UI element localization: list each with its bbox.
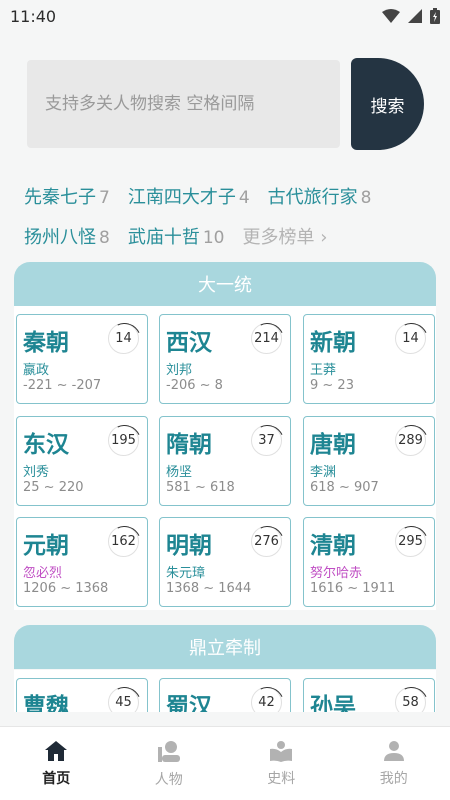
section-three-kingdoms-body: 曹魏 45 蜀汉 42 孙吴 58 xyxy=(14,670,436,712)
founder-name: 王莽 xyxy=(310,363,337,378)
home-icon xyxy=(45,740,68,761)
battery-icon xyxy=(430,8,440,24)
wifi-icon xyxy=(382,9,400,23)
dynasty-period: -206 ~ 8 xyxy=(166,378,223,393)
person-count-badge: 195 xyxy=(108,425,139,456)
dynasty-card[interactable]: 元朝 162 忽必烈 1206 ~ 1368 xyxy=(16,517,148,607)
dynasty-name: 唐朝 xyxy=(310,432,356,458)
status-time: 11:40 xyxy=(10,6,57,26)
dynasty-name: 东汉 xyxy=(23,432,69,458)
dynasty-card[interactable]: 隋朝 37 杨坚 581 ~ 618 xyxy=(159,416,291,506)
nav-person-label: 人物 xyxy=(154,771,183,788)
dynasty-name: 元朝 xyxy=(23,533,69,559)
ranking-links: 先秦七子 7 江南四大才子 4 古代旅行家 8 扬州八怪 8 武庙十哲 10 更多榜单 › xyxy=(24,176,434,256)
founder-name: 嬴政 xyxy=(23,363,50,378)
person-icon xyxy=(157,740,180,762)
person-count-badge: 37 xyxy=(251,425,282,456)
dynasty-name: 秦朝 xyxy=(23,330,69,356)
founder-name: 努尔哈赤 xyxy=(310,566,363,581)
dynasty-card[interactable]: 西汉 214 刘邦 -206 ~ 8 xyxy=(159,314,291,404)
dynasty-period: 1616 ~ 1911 xyxy=(310,581,396,596)
dynasty-card[interactable]: 秦朝 14 嬴政 -221 ~ -207 xyxy=(16,314,148,404)
profile-icon xyxy=(383,740,404,761)
ranking-link[interactable]: 先秦七子 7 xyxy=(24,183,110,209)
bottom-nav: 首页 人物 史料 我的 xyxy=(0,726,450,800)
person-count-badge: 295 xyxy=(395,526,426,557)
founder-name: 刘邦 xyxy=(166,363,193,378)
ranking-row: 先秦七子 7 江南四大才子 4 古代旅行家 8 xyxy=(24,176,434,216)
person-count-badge: 45 xyxy=(108,687,139,712)
ranking-link[interactable]: 武庙十哲 10 xyxy=(128,223,225,249)
person-count-badge: 58 xyxy=(395,687,426,712)
nav-profile-label: 我的 xyxy=(379,770,408,787)
founder-name: 李渊 xyxy=(310,465,337,480)
dynasty-name: 明朝 xyxy=(166,533,212,559)
nav-person[interactable]: 人物 xyxy=(113,727,226,800)
section-header-unified: 大一统 xyxy=(14,262,436,306)
ranking-link[interactable]: 江南四大才子 4 xyxy=(128,183,250,209)
status-bar: 11:40 xyxy=(0,0,450,32)
dynasty-name: 蜀汉 xyxy=(166,694,212,712)
section-three-kingdoms: 曹魏 45 蜀汉 42 孙吴 58 xyxy=(0,670,450,712)
dynasty-card[interactable]: 新朝 14 王莽 9 ~ 23 xyxy=(303,314,435,404)
status-icons xyxy=(382,8,440,24)
dynasty-card[interactable]: 曹魏 45 xyxy=(16,678,148,712)
dynasty-period: 1368 ~ 1644 xyxy=(166,581,252,596)
founder-name: 朱元璋 xyxy=(166,566,206,581)
dynasty-card[interactable]: 东汉 195 刘秀 25 ~ 220 xyxy=(16,416,148,506)
search-button[interactable]: 搜索 xyxy=(351,58,424,150)
ranking-link[interactable]: 古代旅行家 8 xyxy=(268,183,372,209)
dynasty-name: 新朝 xyxy=(310,330,356,356)
dynasty-name: 曹魏 xyxy=(23,694,69,712)
nav-history-label: 史料 xyxy=(267,770,296,787)
nav-home[interactable]: 首页 xyxy=(0,727,113,800)
ranking-row: 扬州八怪 8 武庙十哲 10 更多榜单 › xyxy=(24,216,434,256)
dynasty-name: 孙吴 xyxy=(310,694,356,712)
nav-profile[interactable]: 我的 xyxy=(338,727,450,800)
dynasty-name: 清朝 xyxy=(310,533,356,559)
person-count-badge: 14 xyxy=(395,323,426,354)
dynasty-period: 25 ~ 220 xyxy=(23,480,84,495)
person-count-badge: 289 xyxy=(395,425,426,456)
dynasty-period: -221 ~ -207 xyxy=(23,378,102,393)
founder-name: 杨坚 xyxy=(166,465,193,480)
book-icon xyxy=(270,740,293,762)
search-bar: 搜索 xyxy=(27,58,424,151)
ranking-link[interactable]: 扬州八怪 8 xyxy=(24,223,110,249)
nav-history[interactable]: 史料 xyxy=(225,727,338,800)
dynasty-period: 618 ~ 907 xyxy=(310,480,379,495)
dynasty-card[interactable]: 清朝 295 努尔哈赤 1616 ~ 1911 xyxy=(303,517,435,607)
dynasty-card[interactable]: 孙吴 58 xyxy=(303,678,435,712)
founder-name: 刘秀 xyxy=(23,465,50,480)
more-rankings-link[interactable]: 更多榜单 › xyxy=(242,223,327,249)
person-count-badge: 214 xyxy=(251,323,282,354)
search-input[interactable] xyxy=(27,60,340,148)
section-unified: 秦朝 14 嬴政 -221 ~ -207 西汉 214 刘邦 -206 ~ 8 … xyxy=(14,306,436,610)
nav-home-label: 首页 xyxy=(42,770,71,787)
person-count-badge: 14 xyxy=(108,323,139,354)
dynasty-period: 581 ~ 618 xyxy=(166,480,235,495)
person-count-badge: 276 xyxy=(251,526,282,557)
dynasty-name: 隋朝 xyxy=(166,432,212,458)
person-count-badge: 162 xyxy=(108,526,139,557)
person-count-badge: 42 xyxy=(251,687,282,712)
dynasty-card[interactable]: 唐朝 289 李渊 618 ~ 907 xyxy=(303,416,435,506)
founder-name: 忽必烈 xyxy=(23,566,63,581)
section-header-three-kingdoms: 鼎立牵制 xyxy=(14,625,436,669)
dynasty-period: 9 ~ 23 xyxy=(310,378,354,393)
dynasty-card[interactable]: 明朝 276 朱元璋 1368 ~ 1644 xyxy=(159,517,291,607)
dynasty-card[interactable]: 蜀汉 42 xyxy=(159,678,291,712)
dynasty-name: 西汉 xyxy=(166,330,212,356)
dynasty-period: 1206 ~ 1368 xyxy=(23,581,109,596)
signal-icon xyxy=(408,9,422,23)
